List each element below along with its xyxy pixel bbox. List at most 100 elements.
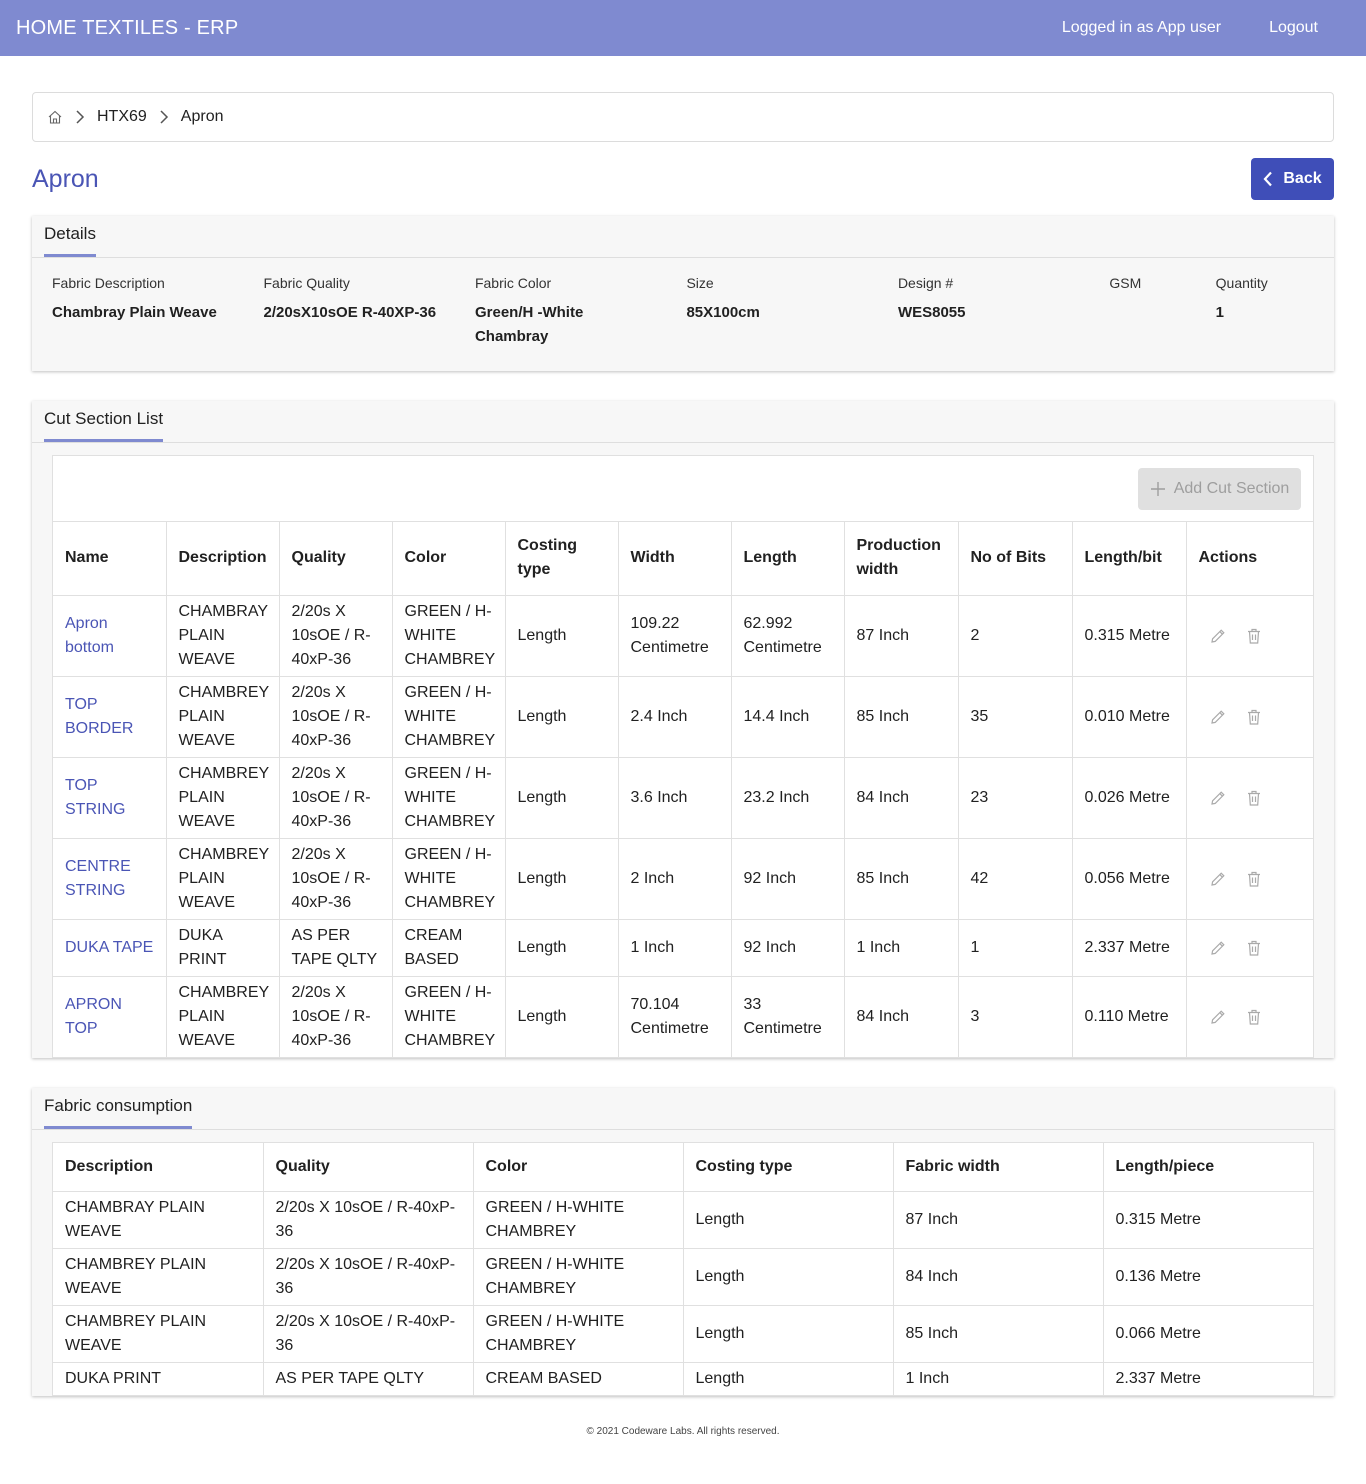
cell-description: CHAMBRAY PLAIN WEAVE [166, 595, 280, 677]
cell-quality: 2/20s X 10sOE / R-40xP-36 [279, 595, 393, 677]
cut-section-name-link[interactable]: DUKA TAPE [65, 939, 153, 956]
cell-width: 2 Inch [618, 838, 732, 920]
cell-production-width: 85 Inch [844, 838, 959, 920]
cut-section-name-link[interactable]: CENTRE STRING [65, 858, 131, 899]
cell-color: CREAM BASED [473, 1362, 684, 1395]
cell-width: 70.104 Centimetre [618, 976, 732, 1057]
chevron-right-icon [75, 110, 85, 124]
logout-link[interactable]: Logout [1269, 19, 1318, 37]
cell-costing-type: Length [505, 757, 619, 839]
cell-length-per-bit: 2.337 Metre [1072, 919, 1187, 977]
tab-details[interactable]: Details [44, 224, 96, 257]
cell-width: 109.22 Centimetre [618, 595, 732, 677]
column-header: Actions [1186, 522, 1313, 596]
cell-production-width: 84 Inch [844, 757, 959, 839]
trash-icon[interactable] [1245, 870, 1263, 888]
column-header: Costing type [683, 1143, 894, 1192]
cell-description: CHAMBREY PLAIN WEAVE [166, 976, 280, 1057]
cell-width: 2.4 Inch [618, 676, 732, 758]
cut-section-name-link[interactable]: APRON TOP [65, 996, 122, 1037]
edit-icon[interactable] [1209, 1008, 1227, 1026]
details-card: Details Fabric Description Chambray Plai… [32, 216, 1334, 371]
table-row: CHAMBRAY PLAIN WEAVE 2/20s X 10sOE / R-4… [53, 1191, 1313, 1249]
column-header: Length [731, 522, 845, 596]
cell-description: DUKA PRINT [166, 919, 280, 977]
cell-quality: 2/20s X 10sOE / R-40xP-36 [279, 976, 393, 1057]
cut-section-name-link[interactable]: TOP BORDER [65, 696, 133, 737]
trash-icon[interactable] [1245, 789, 1263, 807]
table-row: TOP STRING CHAMBREY PLAIN WEAVE 2/20s X … [53, 757, 1313, 839]
fabric-consumption-table: Description Quality Color Costing type F… [53, 1143, 1313, 1395]
logged-in-user-label: Logged in as App user [1061, 19, 1222, 36]
cell-length: 62.992 Centimetre [731, 595, 845, 677]
cell-width: 1 Inch [618, 919, 732, 977]
cell-length-per-bit: 0.315 Metre [1072, 595, 1187, 677]
detail-size: Size 85X100cm [686, 275, 760, 321]
edit-icon[interactable] [1209, 708, 1227, 726]
app-title: HOME TEXTILES - ERP [16, 16, 239, 39]
cell-no-of-bits: 3 [958, 976, 1073, 1057]
cell-costing-type: Length [683, 1362, 894, 1395]
add-cut-section-button[interactable]: Add Cut Section [1138, 467, 1301, 510]
footer-copyright: © 2021 Codeware Labs. All rights reserve… [586, 1426, 780, 1437]
column-header: No of Bits [958, 522, 1073, 596]
cell-color: GREEN / H-WHITE CHAMBREY [473, 1191, 684, 1249]
cut-section-name-link[interactable]: Apron bottom [65, 615, 114, 656]
trash-icon[interactable] [1245, 939, 1263, 957]
breadcrumb-item-htx69[interactable]: HTX69 [97, 108, 147, 126]
cell-quality: 2/20s X 10sOE / R-40xP-36 [279, 676, 393, 758]
column-header: Width [618, 522, 732, 596]
cell-color: GREEN / H-WHITE CHAMBREY [473, 1305, 684, 1363]
cell-description: DUKA PRINT [53, 1362, 264, 1395]
tab-fabric-consumption[interactable]: Fabric consumption [44, 1096, 193, 1129]
cell-description: CHAMBREY PLAIN WEAVE [166, 838, 280, 920]
cell-length-per-piece: 0.315 Metre [1103, 1191, 1313, 1249]
table-header-row: Description Quality Color Costing type F… [53, 1143, 1313, 1192]
cell-no-of-bits: 35 [958, 676, 1073, 758]
table-row: DUKA PRINT AS PER TAPE QLTY CREAM BASED … [53, 1362, 1313, 1395]
trash-icon[interactable] [1245, 1008, 1263, 1026]
cell-fabric-width: 85 Inch [893, 1305, 1104, 1363]
cell-description: CHAMBREY PLAIN WEAVE [53, 1248, 264, 1306]
trash-icon[interactable] [1245, 627, 1263, 645]
column-header: Description [166, 522, 280, 596]
column-header: Color [473, 1143, 684, 1192]
cell-costing-type: Length [683, 1305, 894, 1363]
cell-fabric-width: 84 Inch [893, 1248, 1104, 1306]
cell-no-of-bits: 42 [958, 838, 1073, 920]
cell-costing-type: Length [683, 1248, 894, 1306]
table-row: TOP BORDER CHAMBREY PLAIN WEAVE 2/20s X … [53, 676, 1313, 758]
column-header: Description [53, 1143, 264, 1192]
column-header: Fabric width [893, 1143, 1104, 1192]
cut-section-name-link[interactable]: TOP STRING [65, 777, 125, 818]
edit-icon[interactable] [1209, 870, 1227, 888]
plus-icon [1150, 481, 1166, 497]
cell-length-per-piece: 0.136 Metre [1103, 1248, 1313, 1306]
edit-icon[interactable] [1209, 789, 1227, 807]
back-button[interactable]: Back [1251, 158, 1334, 200]
cell-quality: 2/20s X 10sOE / R-40xP-36 [279, 838, 393, 920]
cell-color: GREEN / H-WHITE CHAMBREY [392, 976, 506, 1057]
cell-production-width: 87 Inch [844, 595, 959, 677]
column-header: Length/piece [1103, 1143, 1313, 1192]
cell-costing-type: Length [505, 976, 619, 1057]
cell-description: CHAMBRAY PLAIN WEAVE [53, 1191, 264, 1249]
home-icon[interactable] [47, 109, 63, 125]
cell-length-per-bit: 0.056 Metre [1072, 838, 1187, 920]
cell-description: CHAMBREY PLAIN WEAVE [166, 676, 280, 758]
trash-icon[interactable] [1245, 708, 1263, 726]
cell-color: GREEN / H-WHITE CHAMBREY [392, 676, 506, 758]
tab-cut-section-list[interactable]: Cut Section List [44, 409, 164, 442]
cell-quality: 2/20s X 10sOE / R-40xP-36 [263, 1305, 474, 1363]
cell-no-of-bits: 1 [958, 919, 1073, 977]
edit-icon[interactable] [1209, 627, 1227, 645]
column-header: Quality [263, 1143, 474, 1192]
cell-length-per-bit: 0.026 Metre [1072, 757, 1187, 839]
cell-color: CREAM BASED [392, 919, 506, 977]
cell-description: CHAMBREY PLAIN WEAVE [166, 757, 280, 839]
column-header: Color [392, 522, 506, 596]
edit-icon[interactable] [1209, 939, 1227, 957]
detail-quantity: Quantity 1 [1215, 275, 1268, 321]
cell-costing-type: Length [683, 1191, 894, 1249]
table-row: CHAMBREY PLAIN WEAVE 2/20s X 10sOE / R-4… [53, 1248, 1313, 1306]
